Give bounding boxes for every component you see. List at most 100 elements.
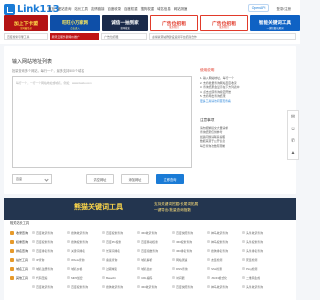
tool-link[interactable]: 神马收录查询	[207, 285, 242, 289]
query-button[interactable]: 立即查询	[156, 174, 184, 184]
openapi-button[interactable]: OpenAPI	[247, 4, 270, 12]
ad-banner[interactable]: 加上下卡盟 全网最低价	[4, 15, 48, 31]
tool-link[interactable]: 关键词排名	[67, 249, 102, 253]
tool-link[interactable]: URL编码	[137, 276, 172, 280]
tool-link[interactable]: 搜狗收录查询	[67, 231, 102, 235]
tool-icon	[207, 240, 210, 243]
tool-label: 死链检测	[246, 257, 258, 262]
tool-icon	[207, 249, 210, 252]
tool-link[interactable]: 360收录查询	[137, 231, 172, 235]
tool-row: 排名查询 百度排名查询 关键词排名 长尾词排名 百度指数查询 360排名查询 搜狗排名查询 头…	[10, 246, 294, 255]
top-icon[interactable]: ▲	[290, 150, 296, 156]
tool-link[interactable]: JSON格式化	[207, 276, 242, 280]
tool-link[interactable]: 搜狗权重查询	[67, 240, 102, 244]
tool-link[interactable]: Ping检测	[242, 267, 277, 271]
nav-item[interactable]: 友情链接	[91, 6, 105, 11]
tool-label: 搜狗排名查询	[211, 248, 228, 253]
ad-banner[interactable]: 旺旺小万家网 点击进入	[50, 15, 100, 31]
nav-item[interactable]: 网站测速	[174, 6, 188, 11]
tool-icon	[137, 285, 140, 288]
tool-link[interactable]: 百度移动权重	[137, 240, 172, 244]
nav-item[interactable]: 百度收录	[107, 6, 121, 11]
tool-label: 头条收录查询	[246, 284, 263, 289]
tool-link[interactable]: 360权重查询	[172, 240, 207, 244]
tool-link[interactable]: 域名价格	[67, 267, 102, 271]
url-list-textarea[interactable]: 每行一个，一行一个网站地址或域名，例如：www.baidu.com	[12, 76, 192, 168]
sub-ad-row: 百度搜索引擎工具 腾讯云服务器特价推广 广告位招租 虚拟资源站群建设运营平台招商…	[4, 33, 297, 40]
tool-link[interactable]: 百度指数查询	[137, 249, 172, 253]
wechat-icon[interactable]: ✆	[290, 138, 296, 144]
promo-banner[interactable]: 熊猫关键词工具 支持关键词挖掘/长尾词拓展 一键导出/批量查询指数	[4, 198, 296, 220]
ad-banner[interactable]: 智能关键词工具 一键挖掘长尾词	[250, 15, 300, 31]
add-url-button[interactable]: 添加网址	[121, 174, 149, 184]
tool-link[interactable]: 百度收录查询	[32, 231, 67, 235]
ad-banner[interactable]: 广告位招租 联系我们	[150, 15, 198, 31]
nav-item[interactable]: 域名信息	[157, 6, 171, 11]
tool-link[interactable]: Whois查询	[67, 258, 102, 262]
tool-icon	[242, 285, 245, 288]
tool-link[interactable]: 百度权重查询	[67, 285, 102, 289]
category-icon	[10, 239, 14, 244]
tool-link[interactable]: 死链检测	[242, 258, 277, 262]
sub-ad[interactable]: 广告位招租	[101, 33, 148, 40]
tool-link[interactable]: 头条权重查询	[242, 240, 277, 244]
tool-link[interactable]: 百度排名查询	[32, 249, 67, 253]
tool-link[interactable]: 百度收录查询	[32, 285, 67, 289]
tool-link[interactable]: 360排名查询	[172, 249, 207, 253]
login-button[interactable]: 登录/注册	[273, 5, 294, 12]
tool-label: MD5加密	[71, 275, 83, 280]
tool-icon	[137, 267, 140, 270]
tool-link[interactable]: 百度PC权重	[102, 240, 137, 244]
tool-link[interactable]: 百度快照查询	[172, 285, 207, 289]
tool-label: 代码压缩	[36, 275, 48, 280]
tool-icon	[137, 231, 140, 234]
tool-link[interactable]: 域名注册查询	[32, 267, 67, 271]
tool-link[interactable]: 备案查询	[102, 258, 137, 262]
tool-link[interactable]: SSL检测	[207, 267, 242, 271]
tool-link[interactable]: 头条收录查询	[242, 285, 277, 289]
tools-grid: 收录查询 百度收录查询 搜狗收录查询 百度权重查询 360收录查询 百度快照查询 神马收录查…	[10, 228, 294, 291]
sub-ad[interactable]: 腾讯云服务器特价推广	[49, 33, 100, 40]
ad-banner[interactable]: 广告位招租 联系我们	[200, 15, 248, 31]
tool-link[interactable]: 百度权重查询	[102, 231, 137, 235]
qq-icon[interactable]: ☺	[290, 126, 296, 132]
tool-label: 百度收录查询	[36, 230, 53, 235]
tool-link[interactable]: 头条排名查询	[242, 249, 277, 253]
tool-link[interactable]: 神马收录查询	[207, 231, 242, 235]
nav-item[interactable]: 站长工具	[74, 6, 88, 11]
tool-link[interactable]: 域名估价	[137, 267, 172, 271]
chat-icon[interactable]: ✉	[290, 114, 296, 120]
tool-link[interactable]: 头条收录查询	[242, 231, 277, 235]
tool-link[interactable]: 过期域名	[102, 267, 137, 271]
tool-link[interactable]: 360收录查询	[137, 285, 172, 289]
clear-button[interactable]: 清空网址	[86, 174, 114, 184]
tool-link[interactable]: MD5加密	[67, 276, 102, 280]
tool-link[interactable]: 域名解析	[137, 258, 172, 262]
sub-ad[interactable]: 百度搜索引擎工具	[4, 33, 48, 40]
sub-ad[interactable]: 虚拟资源站群建设运营平台招商合作	[149, 33, 297, 40]
tool-link[interactable]: DNS查询	[172, 267, 207, 271]
nav-item[interactable]: 搜狗权重	[141, 6, 155, 11]
tool-link[interactable]: 百度权重查询	[32, 240, 67, 244]
tool-link[interactable]: 二维码生成	[242, 276, 277, 280]
tool-link[interactable]: 网站测速	[172, 258, 207, 262]
tool-link[interactable]: 时间戳	[172, 276, 207, 280]
tool-link[interactable]: IP查询	[32, 258, 67, 262]
tool-link[interactable]: 长尾词排名	[102, 249, 137, 253]
nav-item[interactable]: 爱站查询	[58, 6, 72, 11]
nav-item[interactable]: 首页	[48, 6, 55, 11]
tool-label: 百度移动权重	[141, 239, 158, 244]
tool-link[interactable]: 搜狗排名查询	[207, 249, 242, 253]
ad-banner[interactable]: 诚信一抽到家 全网批发	[102, 15, 148, 31]
tool-link[interactable]: 友链检测	[207, 258, 242, 262]
tool-icon	[207, 258, 210, 261]
nav-item[interactable]: 百度权重	[124, 6, 138, 11]
tool-link[interactable]: 搜狗收录查询	[102, 285, 137, 289]
textarea-placeholder: 每行一个，一行一个网站地址或域名，例如：www.baidu.com	[16, 81, 92, 85]
engine-select[interactable]: 百度	[12, 174, 52, 184]
tool-label: 百度PC权重	[106, 239, 122, 244]
tool-link[interactable]: 代码压缩	[32, 276, 67, 280]
tool-link[interactable]: 神马权重查询	[207, 240, 242, 244]
tool-link[interactable]: Base64	[102, 276, 137, 280]
tool-link[interactable]: 百度快照查询	[172, 231, 207, 235]
